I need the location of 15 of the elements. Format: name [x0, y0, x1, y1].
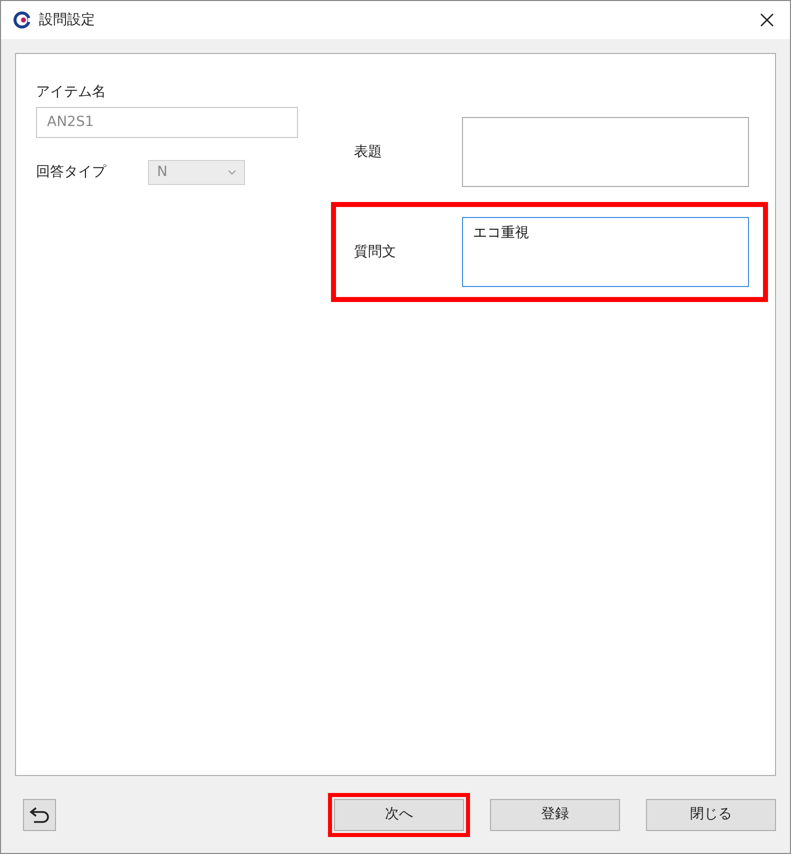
field-label: 回答タイプ [36, 163, 108, 182]
dialog-button[interactable]: 登録 [490, 798, 620, 830]
text-field[interactable]: エコ重視 [462, 217, 749, 287]
field-label: 質問文 [354, 242, 397, 262]
chevron-down-icon [228, 170, 236, 175]
dialog-button[interactable]: 次へ [334, 798, 464, 830]
field-label: 表題 [354, 142, 383, 162]
app-logo-icon [13, 11, 31, 29]
text-field[interactable] [462, 117, 749, 187]
undo-button[interactable] [23, 798, 56, 830]
field-label: アイテム名 [36, 83, 107, 102]
dialog-button[interactable]: 閉じる [646, 798, 776, 830]
close-icon [760, 13, 774, 27]
undo-icon [28, 806, 50, 824]
window-title: 設問設定 [39, 10, 95, 30]
